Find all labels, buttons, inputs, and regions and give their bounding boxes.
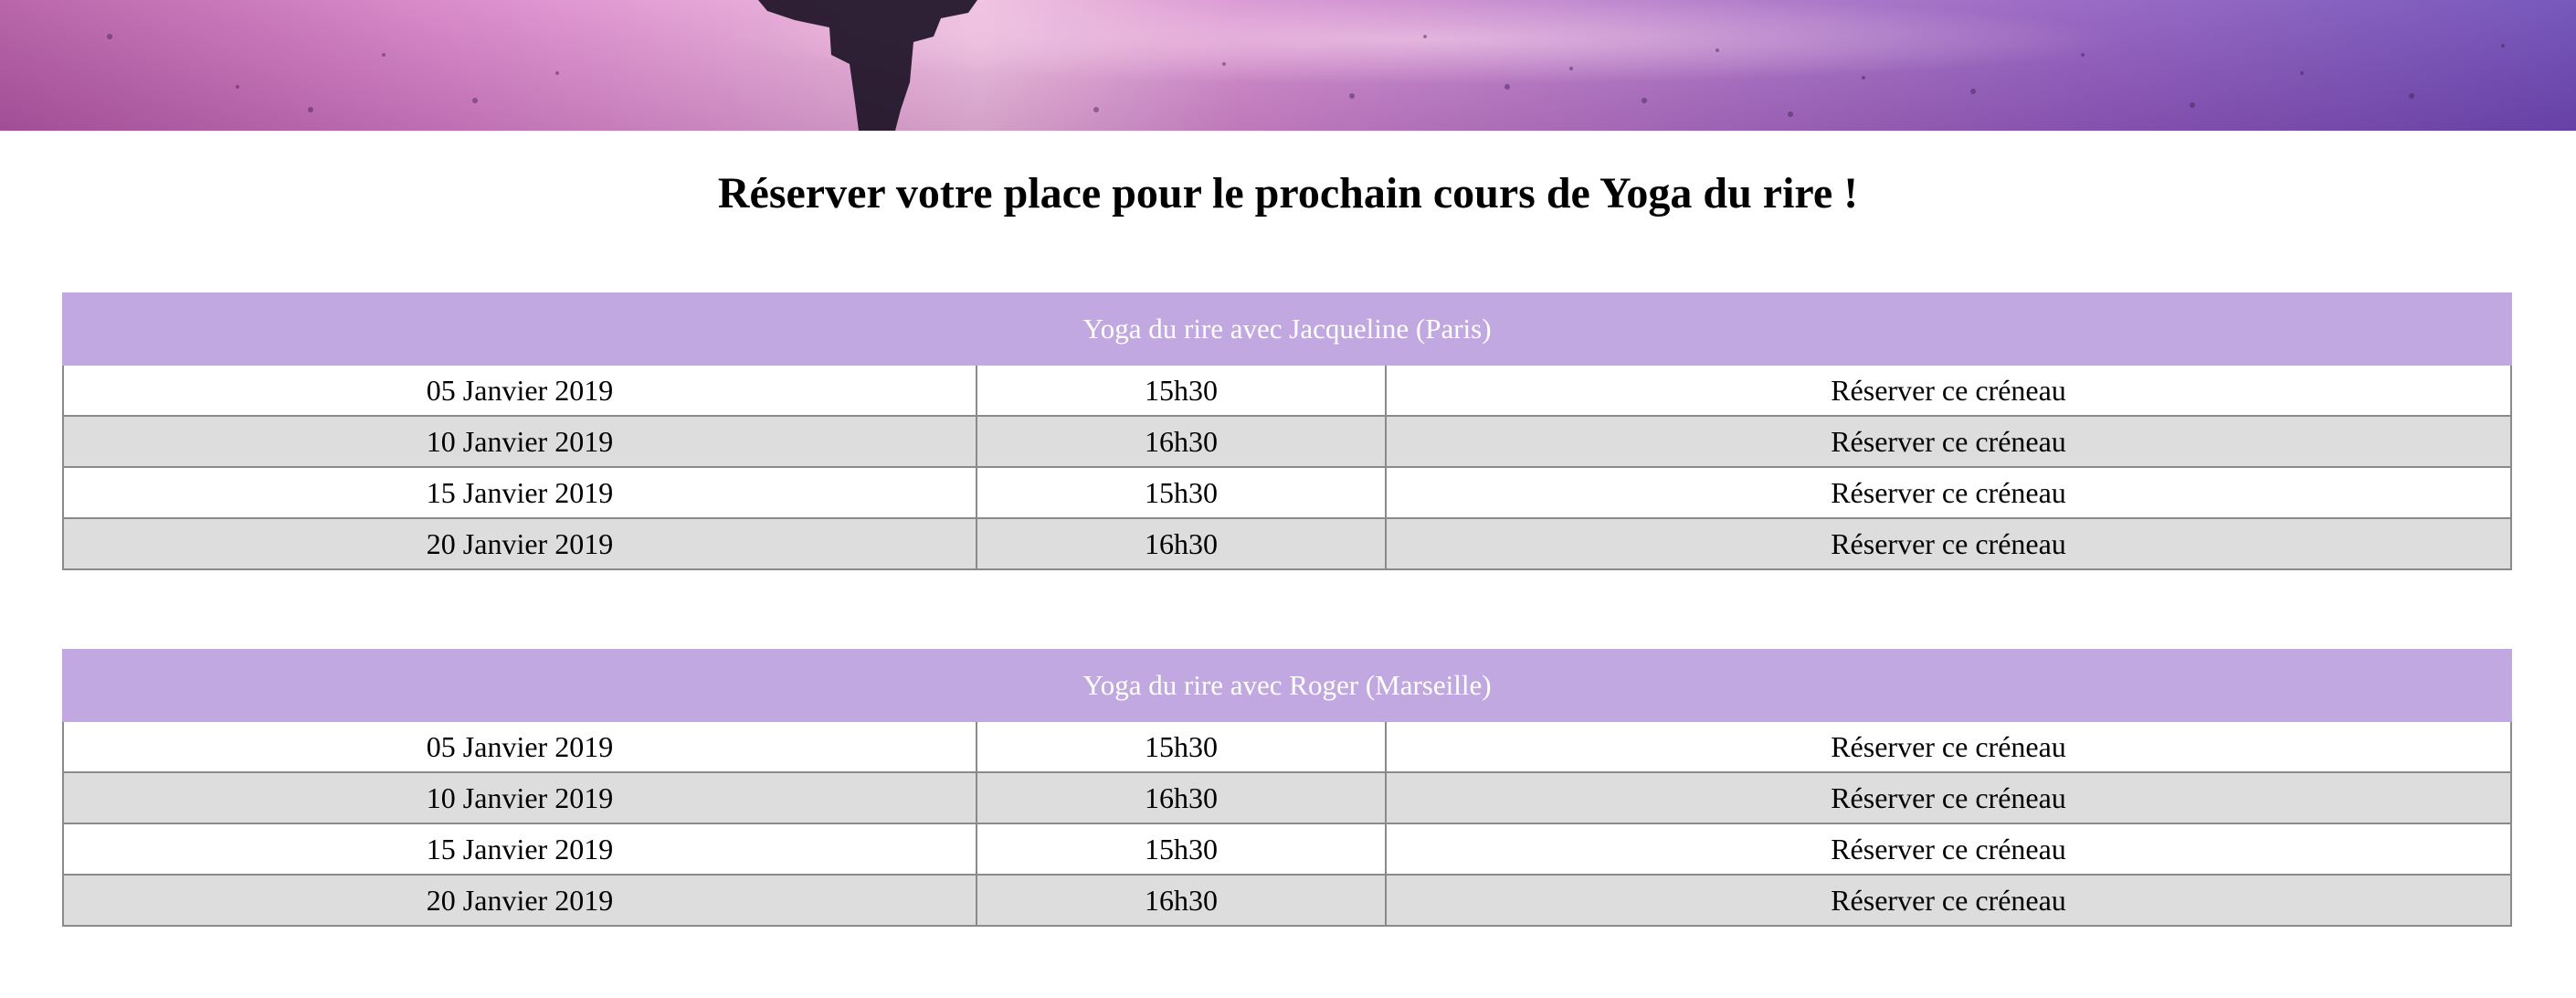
session-time: 16h30 (976, 517, 1387, 570)
book-cell: Réserver ce créneau (1384, 415, 2513, 468)
session-date: 05 Janvier 2019 (62, 720, 977, 773)
hero-water-texture (107, 34, 2505, 117)
book-slot-link[interactable]: Réserver ce créneau (1831, 374, 2066, 407)
book-cell: Réserver ce créneau (1384, 771, 2513, 824)
book-cell: Réserver ce créneau (1384, 823, 2513, 876)
hero-banner-image (0, 0, 2576, 131)
session-time: 15h30 (976, 364, 1387, 417)
silhouette-reflection (758, 0, 977, 131)
book-slot-link[interactable]: Réserver ce créneau (1831, 781, 2066, 814)
session-date: 10 Janvier 2019 (62, 415, 977, 468)
book-cell: Réserver ce créneau (1384, 517, 2513, 570)
book-cell: Réserver ce créneau (1384, 364, 2513, 417)
table-row: 10 Janvier 2019 16h30 Réserver ce crénea… (62, 415, 2513, 468)
session-date: 20 Janvier 2019 (62, 517, 977, 570)
session-date: 15 Janvier 2019 (62, 823, 977, 876)
session-time: 15h30 (976, 466, 1387, 519)
page-title: Réserver votre place pour le prochain co… (717, 169, 1859, 218)
book-slot-link[interactable]: Réserver ce créneau (1831, 833, 2066, 865)
table-heading: Yoga du rire avec Jacqueline (Paris) (61, 292, 2513, 366)
table-row: 15 Janvier 2019 15h30 Réserver ce crénea… (62, 466, 2513, 519)
table-row: 20 Janvier 2019 16h30 Réserver ce crénea… (62, 874, 2513, 927)
book-slot-link[interactable]: Réserver ce créneau (1831, 425, 2066, 458)
table-row: 20 Janvier 2019 16h30 Réserver ce crénea… (62, 517, 2513, 570)
session-time: 16h30 (976, 771, 1387, 824)
book-cell: Réserver ce créneau (1384, 466, 2513, 519)
session-date: 20 Janvier 2019 (62, 874, 977, 927)
table-row: 05 Janvier 2019 15h30 Réserver ce crénea… (62, 720, 2513, 773)
session-time: 15h30 (976, 823, 1387, 876)
schedule-table-roger: Yoga du rire avec Roger (Marseille) 05 J… (61, 649, 2513, 927)
book-cell: Réserver ce créneau (1384, 874, 2513, 927)
table-row: 05 Janvier 2019 15h30 Réserver ce crénea… (62, 364, 2513, 417)
table-row: 15 Janvier 2019 15h30 Réserver ce crénea… (62, 823, 2513, 876)
book-slot-link[interactable]: Réserver ce créneau (1831, 884, 2066, 917)
schedule-table-jacqueline: Yoga du rire avec Jacqueline (Paris) 05 … (61, 292, 2513, 570)
session-time: 16h30 (976, 874, 1387, 927)
book-slot-link[interactable]: Réserver ce créneau (1831, 527, 2066, 560)
session-date: 10 Janvier 2019 (62, 771, 977, 824)
book-cell: Réserver ce créneau (1384, 720, 2513, 773)
book-slot-link[interactable]: Réserver ce créneau (1831, 476, 2066, 509)
session-date: 05 Janvier 2019 (62, 364, 977, 417)
table-heading: Yoga du rire avec Roger (Marseille) (61, 649, 2513, 722)
session-date: 15 Janvier 2019 (62, 466, 977, 519)
session-time: 15h30 (976, 720, 1387, 773)
book-slot-link[interactable]: Réserver ce créneau (1831, 730, 2066, 763)
table-row: 10 Janvier 2019 16h30 Réserver ce crénea… (62, 771, 2513, 824)
session-time: 16h30 (976, 415, 1387, 468)
